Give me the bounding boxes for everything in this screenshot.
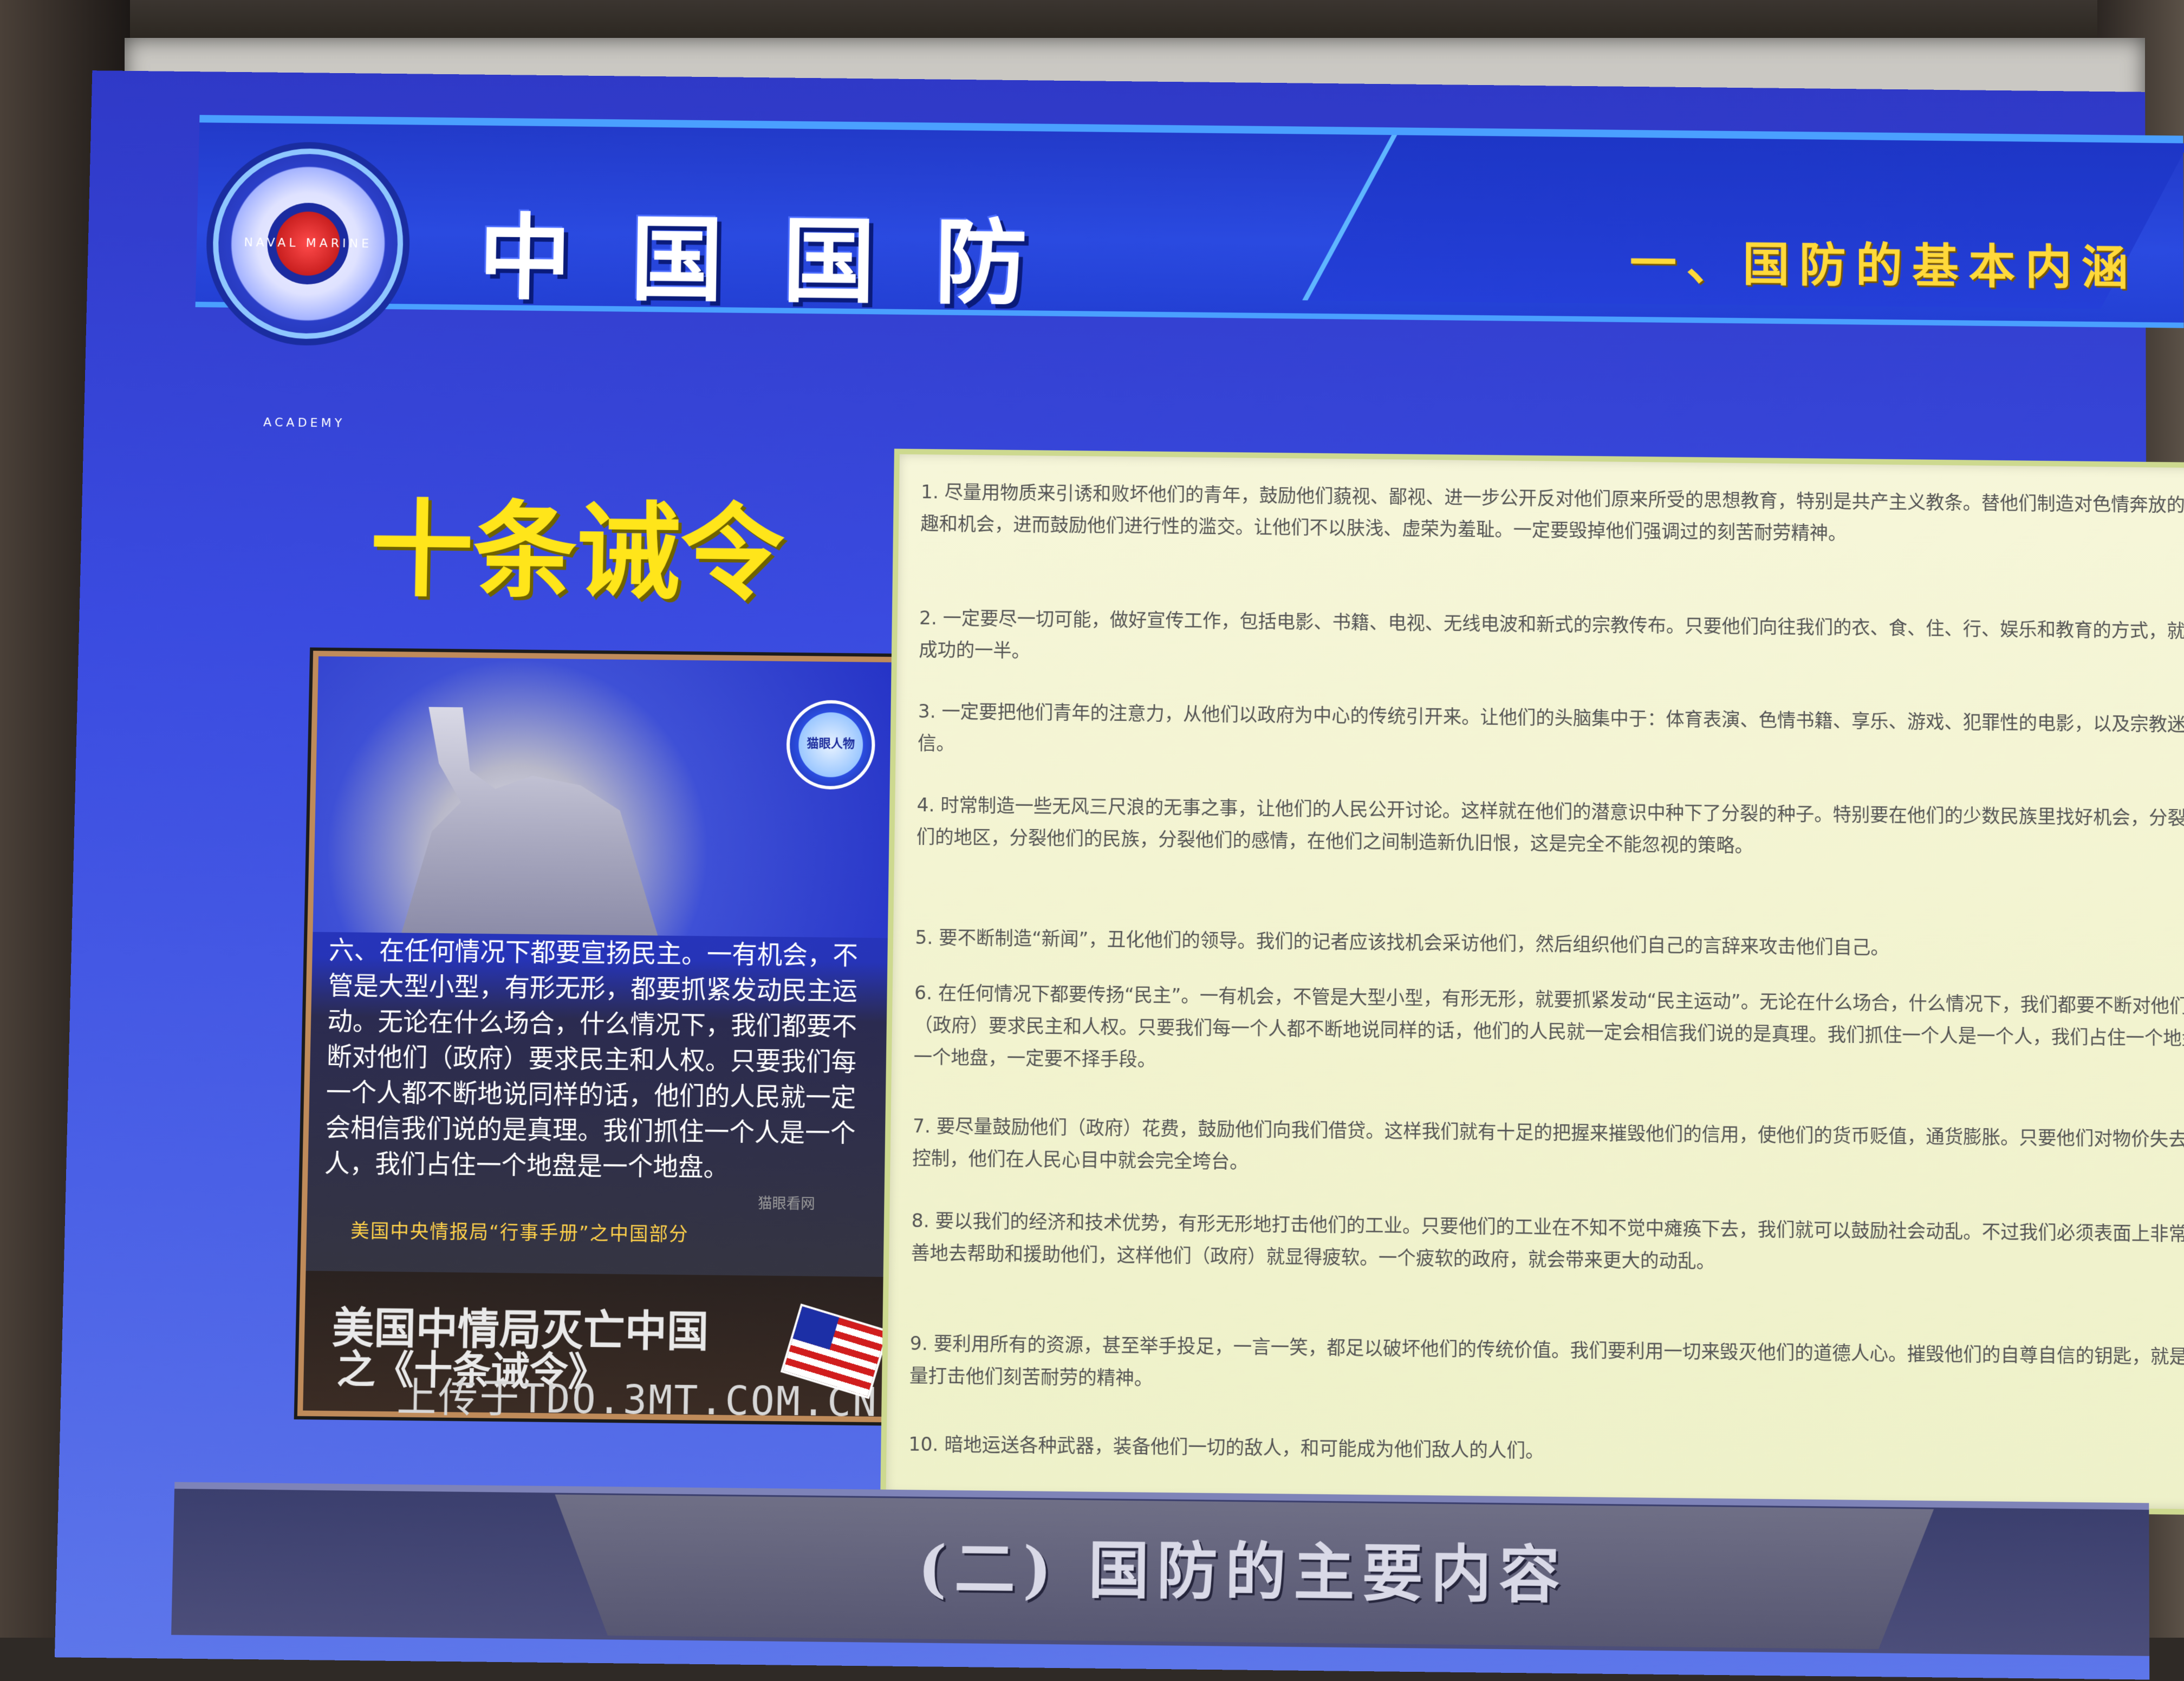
- section-title: 一、国防的基本内涵: [1629, 236, 2138, 296]
- poster-side-caption: 猫眼看网: [757, 1195, 815, 1213]
- poster-note: 美国中央情报局“行事手册”之中国部分: [350, 1220, 689, 1246]
- ten-commandments-title: 十条诫令: [368, 489, 785, 615]
- paragraph-5: 5. 要不断制造“新闻”，丑化他们的领导。我们的记者应该找机会采访他们，然后组织…: [915, 927, 1889, 959]
- paragraph-7: 7. 要尽量鼓励他们（政府）花费，鼓励他们向我们借贷。这样我们就有十足的把握来摧…: [912, 1115, 2184, 1174]
- paragraph-10: 10. 暗地运送各种武器，装备他们一切的敌人，和可能成为他们敌人的人们。: [908, 1433, 1544, 1463]
- paragraph-6: 6. 在任何情况下都要传扬“民主”。一有机会，不管是大型小型，有形无形，就要抓紧…: [913, 982, 2184, 1071]
- presentation-slide: NAVAL MARINE ACADEMY 中国国防 一、国防的基本内涵 十条诫令…: [54, 70, 2184, 1680]
- paragraph-9: 9. 要利用所有的资源，甚至举手投足，一言一笑，都足以破坏他们的传统价值。我们要…: [909, 1332, 2184, 1390]
- main-title: 中国国防: [477, 204, 1088, 319]
- paragraph-8: 8. 要以我们的经济和技术优势，有形无形地打击他们的工业。只要他们的工业在不知不…: [911, 1209, 2184, 1273]
- paragraph-2: 2. 一定要尽一切可能，做好宣传工作，包括电影、书籍、电视、无线电波和新式的宗教…: [919, 607, 2184, 662]
- bottom-section-title: (二) 国防的主要内容: [917, 1532, 1568, 1612]
- poster-footer: 美国中情局灭亡中国 之《十条诫令》 上传于TDO.3MT.COM.CN: [303, 1270, 889, 1425]
- statue-of-liberty-image: [373, 706, 661, 935]
- badge-text: 猫眼人物: [807, 737, 855, 751]
- poster-image: 猫眼人物 六、在任何情况下都要宣扬民主。一有机会，不管是大型小型，有形无形，都要…: [297, 650, 902, 1425]
- logo-text: NAVAL MARINE ACADEMY: [244, 236, 373, 431]
- poster-photo: 猫眼人物: [313, 656, 897, 939]
- paragraph-4: 4. 时常制造一些无风三尺浪的无事之事，让他们的人民公开讨论。这样就在他们的潜意…: [916, 794, 2184, 857]
- academy-logo: NAVAL MARINE ACADEMY: [211, 147, 405, 431]
- paragraph-3: 3. 一定要把他们青年的注意力，从他们以政府为中心的传统引开来。让他们的头脑集中…: [917, 700, 2184, 755]
- text-panel: 1. 尽量用物质来引诱和败坏他们的青年，鼓励他们藐视、鄙视、进一步公开反对他们原…: [880, 448, 2184, 1516]
- poster-badge: 猫眼人物: [785, 700, 876, 790]
- flag-canton: [792, 1306, 840, 1350]
- paragraph-1: 1. 尽量用物质来引诱和败坏他们的青年，鼓励他们藐视、鄙视、进一步公开反对他们原…: [920, 481, 2184, 545]
